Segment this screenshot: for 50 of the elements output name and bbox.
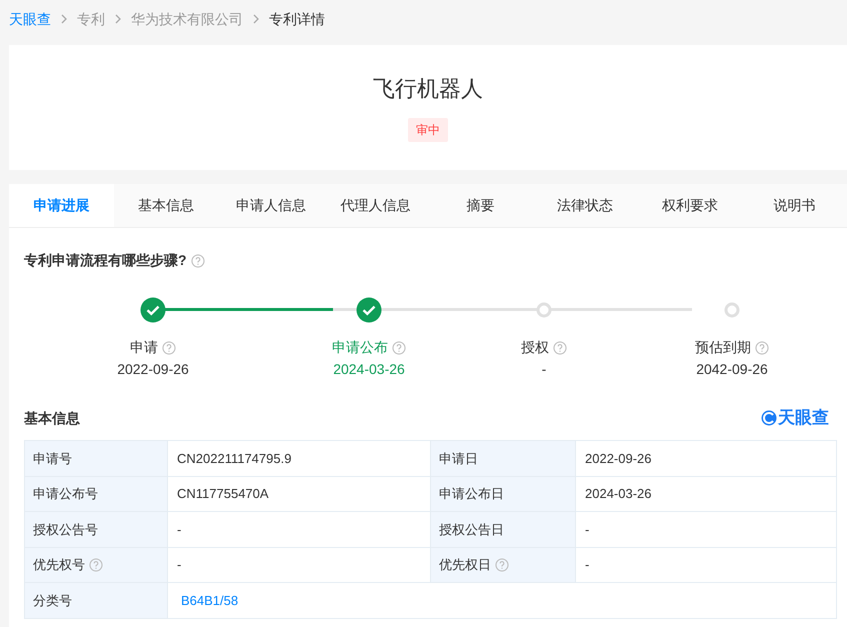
help-icon[interactable]	[553, 340, 567, 354]
tab[interactable]: 摘要	[428, 184, 533, 227]
chevron-icon	[114, 14, 122, 24]
step-label: 申请公布	[332, 338, 388, 357]
field-value: -	[585, 520, 590, 538]
field-label: 申请号	[33, 450, 72, 468]
field-label: 授权公告日	[439, 520, 504, 538]
field-value: -	[585, 556, 590, 574]
field-label: 优先权日	[439, 556, 491, 574]
logo-text: 天眼查	[778, 407, 829, 430]
tab[interactable]: 申请人信息	[218, 184, 324, 227]
tab[interactable]: 说明书	[742, 184, 847, 227]
field-value: 2022-09-26	[585, 450, 652, 468]
field-label: 申请公布日	[439, 485, 504, 503]
step-date: 2022-09-26	[117, 360, 189, 379]
field-value: -	[177, 556, 182, 574]
tab[interactable]: 权利要求	[638, 184, 742, 227]
step-label: 预估到期	[695, 338, 751, 357]
field-value: CN202211174795.9	[177, 450, 292, 468]
step-date: 2042-09-26	[696, 360, 768, 379]
field-label: 申请公布号	[33, 485, 98, 503]
help-icon[interactable]	[89, 558, 103, 572]
classification-link[interactable]: B64B1/58	[181, 590, 238, 610]
field-label: 优先权号	[33, 556, 85, 574]
section-title: 专利申请流程有哪些步骤?	[24, 251, 187, 270]
tab[interactable]: 申请进展	[9, 184, 114, 227]
step-label: 授权	[521, 338, 549, 357]
field-label: 申请日	[439, 450, 478, 468]
tab[interactable]: 代理人信息	[323, 184, 428, 227]
help-icon[interactable]	[392, 340, 406, 354]
tab[interactable]: 法律状态	[532, 184, 638, 227]
help-icon[interactable]	[162, 340, 176, 354]
chevron-icon	[60, 14, 68, 24]
logo-icon	[761, 410, 777, 426]
step-label: 申请	[130, 338, 158, 357]
step-date: -	[542, 360, 546, 379]
field-value: CN117755470A	[177, 485, 269, 503]
help-icon[interactable]	[755, 340, 769, 354]
field-label: 分类号	[33, 592, 72, 610]
tab[interactable]: 基本信息	[114, 184, 218, 227]
status-tag: 审中	[408, 118, 448, 142]
step-date: 2024-03-26	[333, 360, 405, 379]
chevron-icon	[252, 14, 260, 24]
field-label: 授权公告号	[33, 520, 98, 538]
help-icon[interactable]	[495, 558, 509, 572]
patent-title: 飞行机器人	[373, 75, 483, 103]
field-value: -	[177, 520, 182, 538]
section-title: 基本信息	[24, 408, 80, 428]
help-icon[interactable]	[190, 254, 205, 268]
field-value: 2024-03-26	[585, 485, 652, 503]
